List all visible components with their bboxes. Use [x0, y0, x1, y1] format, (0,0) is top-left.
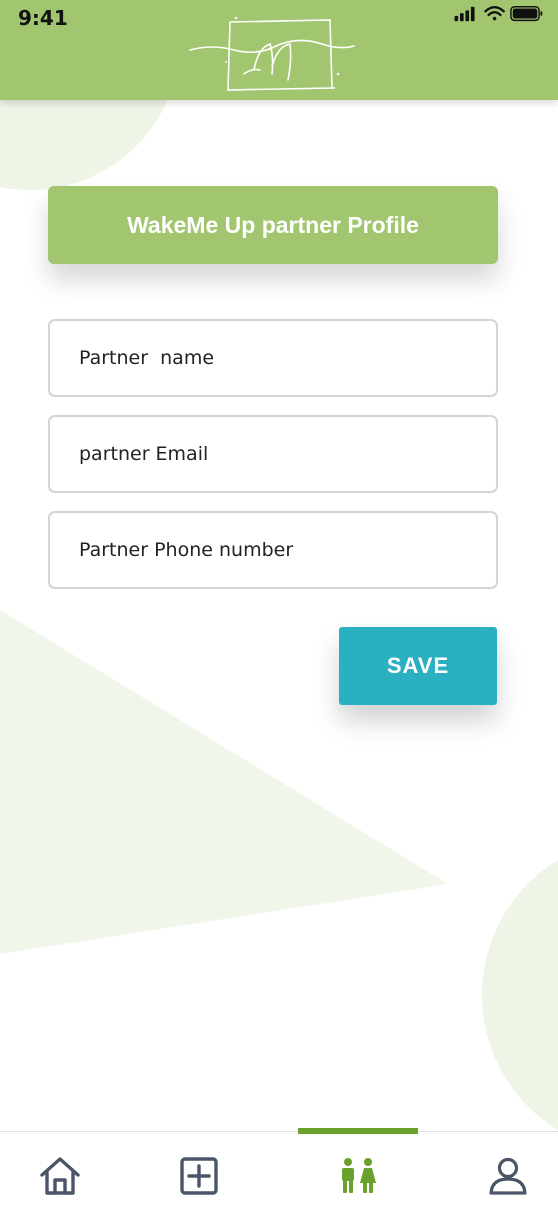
status-icons — [454, 5, 543, 22]
save-button[interactable]: SAVE — [339, 627, 497, 705]
user-icon — [489, 1157, 527, 1195]
nav-add[interactable] — [159, 1132, 239, 1218]
active-tab-indicator — [298, 1128, 418, 1134]
background-decoration — [0, 0, 558, 1131]
partner-phone-input[interactable] — [50, 513, 496, 587]
wifi-icon — [484, 6, 505, 21]
nav-partners[interactable] — [298, 1132, 418, 1218]
partner-email-input[interactable] — [50, 417, 496, 491]
nav-home[interactable] — [20, 1132, 100, 1218]
partners-icon — [342, 1157, 376, 1193]
app-logo — [189, 16, 355, 91]
add-square-icon — [180, 1156, 218, 1195]
page-title: WakeMe Up partner Profile — [48, 186, 498, 264]
partner-name-input[interactable] — [50, 321, 496, 395]
home-icon — [40, 1156, 80, 1195]
signal-icon — [454, 6, 475, 22]
nav-profile[interactable] — [468, 1132, 548, 1218]
app-header: 9:41 — [0, 0, 558, 100]
battery-icon — [510, 5, 543, 22]
partner-phone-field[interactable] — [48, 511, 498, 589]
partner-name-field[interactable] — [48, 319, 498, 397]
status-time: 9:41 — [18, 6, 68, 30]
bottom-navigation — [0, 1131, 558, 1218]
partner-email-field[interactable] — [48, 415, 498, 493]
